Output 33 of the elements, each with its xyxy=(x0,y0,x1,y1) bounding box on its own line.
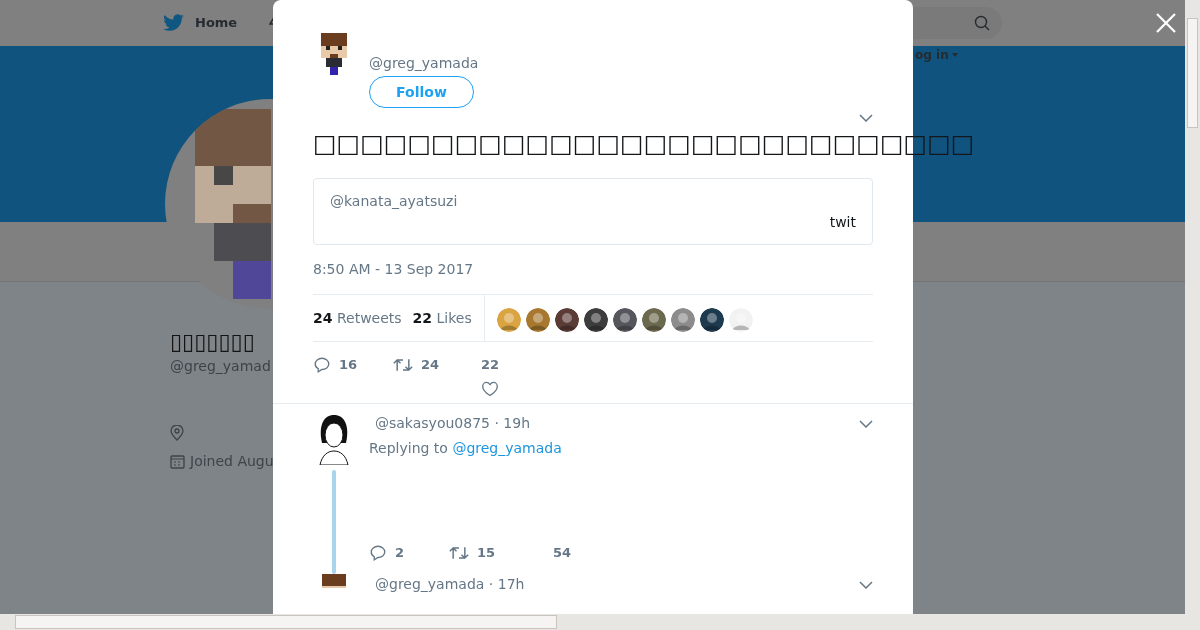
reply-icon[interactable] xyxy=(369,544,387,562)
action-count: 16 xyxy=(339,356,358,374)
action-count: 22 xyxy=(481,356,500,374)
quoted-tweet[interactable]: @kanata_ayatsuzi twit xyxy=(313,178,873,245)
tweet-timestamp: 8:50 AM - 13 Sep 2017 xyxy=(313,261,474,277)
likes-stat[interactable]: 22 Likes xyxy=(412,307,472,329)
action-count: 24 xyxy=(421,356,440,374)
close-icon[interactable] xyxy=(1156,13,1176,33)
retweets-stat[interactable]: 24 Retweets xyxy=(313,307,402,329)
author-handle[interactable]: @greg_yamada xyxy=(369,54,479,72)
caret-icon xyxy=(951,53,958,57)
action-count: 15 xyxy=(477,544,496,563)
location-icon xyxy=(170,425,184,441)
reply-handle[interactable]: @sakasyou0875 · 19h xyxy=(375,413,530,434)
action-count: 2 xyxy=(395,544,405,563)
profile-handle: @greg_yamad xyxy=(170,357,272,376)
search-icon xyxy=(974,15,990,31)
chevron-icon[interactable] xyxy=(859,114,873,122)
quoted-handle: @kanata_ayatsuzi xyxy=(330,192,458,211)
calendar-icon xyxy=(170,454,185,469)
retweet-icon[interactable] xyxy=(449,544,469,562)
chevron-icon[interactable] xyxy=(859,419,873,428)
joined-date: Joined Augu xyxy=(190,452,274,471)
profile-name: ▯▯▯▯▯▯▯ xyxy=(170,328,256,356)
quoted-text: twit xyxy=(829,213,856,232)
replying-to: Replying to @greg_yamada xyxy=(369,440,562,456)
reply-icon[interactable] xyxy=(313,355,331,374)
heart-icon[interactable] xyxy=(481,380,500,397)
home-link[interactable]: Home xyxy=(195,13,238,33)
mention-link[interactable]: @greg_yamada xyxy=(452,440,562,456)
chevron-icon[interactable] xyxy=(859,580,873,589)
action-count: 54 xyxy=(553,544,572,563)
reply-handle[interactable]: @greg_yamada · 17h xyxy=(375,574,525,595)
